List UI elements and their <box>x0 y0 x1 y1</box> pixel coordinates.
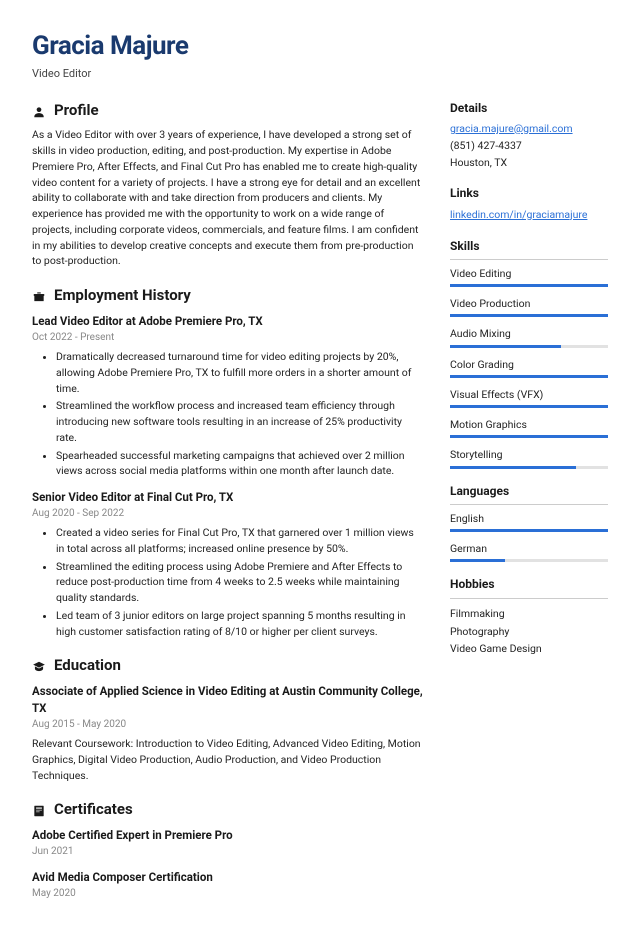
certificates-section: Certificates Adobe Certified Expert in P… <box>32 799 424 901</box>
skill-item: Motion Graphics <box>450 417 608 438</box>
education-entry: Associate of Applied Science in Video Ed… <box>32 683 424 783</box>
skill-bar <box>450 466 608 469</box>
skill-bar <box>450 345 608 348</box>
person-name: Gracia Majure <box>32 28 608 66</box>
linkedin-link[interactable]: linkedin.com/in/graciamajure <box>450 208 587 221</box>
language-bar-fill <box>450 529 608 532</box>
skill-bar-fill <box>450 284 608 287</box>
certificates-heading: Certificates <box>54 799 133 821</box>
skill-item: Video Editing <box>450 266 608 287</box>
job-date: Oct 2022 - Present <box>32 331 424 346</box>
main-column: Profile As a Video Editor with over 3 ye… <box>32 100 424 918</box>
hobby-item: Video Game Design <box>450 640 608 658</box>
skill-bar <box>450 435 608 438</box>
person-title: Video Editor <box>32 66 608 82</box>
skill-bar <box>450 375 608 378</box>
skill-bar <box>450 314 608 317</box>
education-desc: Relevant Coursework: Introduction to Vid… <box>32 736 424 783</box>
hobby-item: Filmmaking <box>450 605 608 623</box>
language-item: German <box>450 541 608 562</box>
skill-bar-fill <box>450 375 608 378</box>
phone-text: (851) 427-4337 <box>450 138 608 155</box>
skill-bar-fill <box>450 405 608 408</box>
languages-block: Languages English German <box>450 483 608 563</box>
job-entry: Lead Video Editor at Adobe Premiere Pro,… <box>32 313 424 479</box>
skill-item: Video Production <box>450 296 608 317</box>
job-date: Aug 2020 - Sep 2022 <box>32 507 424 522</box>
email-link[interactable]: gracia.majure@gmail.com <box>450 122 573 135</box>
divider <box>450 598 608 599</box>
certificate-date: Jun 2021 <box>32 845 424 860</box>
job-entry: Senior Video Editor at Final Cut Pro, TX… <box>32 489 424 639</box>
job-bullet: Created a video series for Final Cut Pro… <box>56 525 424 557</box>
graduation-icon <box>32 659 46 673</box>
certificate-entry: Adobe Certified Expert in Premiere Pro J… <box>32 827 424 859</box>
certificate-entry: Avid Media Composer Certification May 20… <box>32 869 424 901</box>
certificate-title: Avid Media Composer Certification <box>32 869 424 886</box>
skill-item: Storytelling <box>450 447 608 468</box>
certificate-icon <box>32 803 46 817</box>
job-title: Lead Video Editor at Adobe Premiere Pro,… <box>32 313 424 330</box>
sidebar: Details gracia.majure@gmail.com (851) 42… <box>450 100 608 918</box>
language-bar-fill <box>450 559 505 562</box>
skill-label: Video Editing <box>450 266 608 281</box>
skill-item: Visual Effects (VFX) <box>450 387 608 408</box>
details-heading: Details <box>450 100 608 117</box>
certificate-date: May 2020 <box>32 887 424 902</box>
language-item: English <box>450 511 608 532</box>
skill-bar-fill <box>450 466 576 469</box>
skill-bar-fill <box>450 435 608 438</box>
skill-label: Motion Graphics <box>450 417 608 432</box>
skill-bar <box>450 405 608 408</box>
profile-heading: Profile <box>54 100 99 122</box>
location-text: Houston, TX <box>450 155 608 172</box>
skill-label: Video Production <box>450 296 608 311</box>
hobbies-heading: Hobbies <box>450 576 608 593</box>
links-block: Links linkedin.com/in/graciamajure <box>450 185 608 223</box>
skills-heading: Skills <box>450 238 608 255</box>
education-section: Education Associate of Applied Science i… <box>32 655 424 783</box>
certificate-title: Adobe Certified Expert in Premiere Pro <box>32 827 424 844</box>
skill-bar-fill <box>450 345 561 348</box>
employment-section: Employment History Lead Video Editor at … <box>32 285 424 639</box>
links-heading: Links <box>450 185 608 202</box>
language-label: English <box>450 511 608 526</box>
divider <box>450 259 608 260</box>
education-heading: Education <box>54 655 121 677</box>
job-bullet: Streamlined the editing process using Ad… <box>56 559 424 606</box>
person-icon <box>32 104 46 118</box>
education-title: Associate of Applied Science in Video Ed… <box>32 683 424 716</box>
skill-item: Audio Mixing <box>450 326 608 347</box>
job-title: Senior Video Editor at Final Cut Pro, TX <box>32 489 424 506</box>
profile-section: Profile As a Video Editor with over 3 ye… <box>32 100 424 270</box>
divider <box>450 504 608 505</box>
hobby-item: Photography <box>450 623 608 641</box>
skill-label: Color Grading <box>450 357 608 372</box>
language-bar <box>450 559 608 562</box>
briefcase-icon <box>32 289 46 303</box>
skill-bar <box>450 284 608 287</box>
language-label: German <box>450 541 608 556</box>
skill-label: Audio Mixing <box>450 326 608 341</box>
skill-label: Visual Effects (VFX) <box>450 387 608 402</box>
profile-text: As a Video Editor with over 3 years of e… <box>32 127 424 269</box>
details-block: Details gracia.majure@gmail.com (851) 42… <box>450 100 608 172</box>
skill-item: Color Grading <box>450 357 608 378</box>
language-bar <box>450 529 608 532</box>
job-bullet: Streamlined the workflow process and inc… <box>56 398 424 445</box>
header: Gracia Majure Video Editor <box>32 28 608 82</box>
hobbies-block: Hobbies FilmmakingPhotographyVideo Game … <box>450 576 608 658</box>
job-bullet: Spearheaded successful marketing campaig… <box>56 448 424 480</box>
job-bullet: Led team of 3 junior editors on large pr… <box>56 608 424 640</box>
employment-heading: Employment History <box>54 285 191 307</box>
skill-bar-fill <box>450 314 608 317</box>
job-bullet: Dramatically decreased turnaround time f… <box>56 349 424 396</box>
education-date: Aug 2015 - May 2020 <box>32 718 424 733</box>
languages-heading: Languages <box>450 483 608 500</box>
skills-block: Skills Video Editing Video Production Au… <box>450 238 608 469</box>
skill-label: Storytelling <box>450 447 608 462</box>
